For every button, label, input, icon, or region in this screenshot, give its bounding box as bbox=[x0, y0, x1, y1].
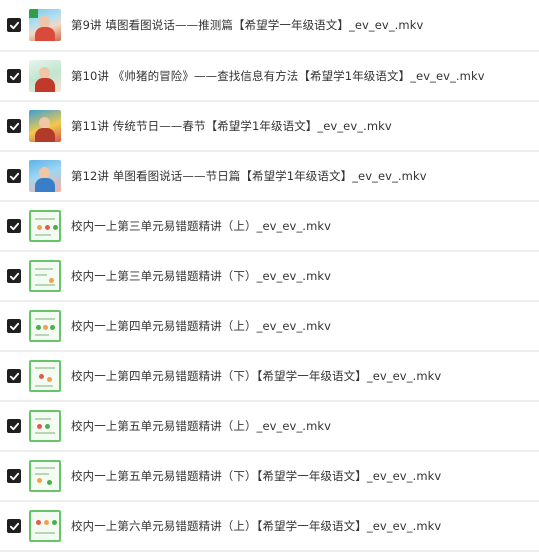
video-thumbnail[interactable] bbox=[29, 310, 61, 342]
checkmark-icon bbox=[9, 72, 19, 80]
checkmark-icon bbox=[9, 372, 19, 380]
checkbox-checked[interactable] bbox=[7, 169, 21, 183]
file-row[interactable]: 校内一上第四单元易错题精讲（下）【希望学一年级语文】_ev_ev_.mkv bbox=[0, 352, 539, 402]
checkbox-checked[interactable] bbox=[7, 469, 21, 483]
video-thumbnail[interactable] bbox=[29, 60, 61, 92]
file-row[interactable]: 校内一上第五单元易错题精讲（上）_ev_ev_.mkv bbox=[0, 402, 539, 452]
file-row[interactable]: 校内一上第五单元易错题精讲（下）【希望学一年级语文】_ev_ev_.mkv bbox=[0, 452, 539, 502]
video-thumbnail[interactable] bbox=[29, 110, 61, 142]
file-name[interactable]: 第10讲 《帅猪的冒险》——查找信息有方法【希望学1年级语文】_ev_ev_.m… bbox=[71, 68, 535, 84]
file-name[interactable]: 第11讲 传统节日——春节【希望学1年级语文】_ev_ev_.mkv bbox=[71, 118, 535, 134]
checkbox-checked[interactable] bbox=[7, 319, 21, 333]
file-name[interactable]: 校内一上第五单元易错题精讲（下）【希望学一年级语文】_ev_ev_.mkv bbox=[71, 468, 535, 484]
file-list: 第9讲 填图看图说话——推测篇【希望学一年级语文】_ev_ev_.mkv 第10… bbox=[0, 0, 539, 554]
file-row[interactable]: 校内一上第四单元易错题精讲（上）_ev_ev_.mkv bbox=[0, 302, 539, 352]
checkbox-checked[interactable] bbox=[7, 269, 21, 283]
video-thumbnail[interactable] bbox=[29, 360, 61, 392]
checkmark-icon bbox=[9, 122, 19, 130]
checkmark-icon bbox=[9, 272, 19, 280]
file-name[interactable]: 第9讲 填图看图说话——推测篇【希望学一年级语文】_ev_ev_.mkv bbox=[71, 17, 535, 33]
file-row[interactable]: 第10讲 《帅猪的冒险》——查找信息有方法【希望学1年级语文】_ev_ev_.m… bbox=[0, 52, 539, 102]
file-row[interactable]: 第12讲 单图看图说话——节日篇【希望学1年级语文】_ev_ev_.mkv bbox=[0, 152, 539, 202]
file-row[interactable]: 第11讲 传统节日——春节【希望学1年级语文】_ev_ev_.mkv bbox=[0, 102, 539, 152]
checkbox-checked[interactable] bbox=[7, 219, 21, 233]
checkbox-checked[interactable] bbox=[7, 119, 21, 133]
video-thumbnail[interactable] bbox=[29, 160, 61, 192]
file-row[interactable]: 校内一上第六单元易错题精讲（上）【希望学一年级语文】_ev_ev_.mkv bbox=[0, 502, 539, 552]
video-thumbnail[interactable] bbox=[29, 9, 61, 41]
checkmark-icon bbox=[9, 172, 19, 180]
file-name[interactable]: 校内一上第五单元易错题精讲（上）_ev_ev_.mkv bbox=[71, 418, 535, 434]
checkmark-icon bbox=[9, 472, 19, 480]
file-name[interactable]: 校内一上第三单元易错题精讲（上）_ev_ev_.mkv bbox=[71, 218, 535, 234]
file-name[interactable]: 第12讲 单图看图说话——节日篇【希望学1年级语文】_ev_ev_.mkv bbox=[71, 168, 535, 184]
file-name[interactable]: 校内一上第六单元易错题精讲（上）【希望学一年级语文】_ev_ev_.mkv bbox=[71, 518, 535, 534]
checkmark-icon bbox=[9, 21, 19, 29]
video-thumbnail[interactable] bbox=[29, 410, 61, 442]
checkmark-icon bbox=[9, 322, 19, 330]
video-thumbnail[interactable] bbox=[29, 260, 61, 292]
checkbox-checked[interactable] bbox=[7, 419, 21, 433]
checkbox-checked[interactable] bbox=[7, 69, 21, 83]
checkmark-icon bbox=[9, 422, 19, 430]
video-thumbnail[interactable] bbox=[29, 460, 61, 492]
video-thumbnail[interactable] bbox=[29, 210, 61, 242]
checkbox-checked[interactable] bbox=[7, 18, 21, 32]
checkmark-icon bbox=[9, 222, 19, 230]
file-name[interactable]: 校内一上第四单元易错题精讲（下）【希望学一年级语文】_ev_ev_.mkv bbox=[71, 368, 535, 384]
checkbox-checked[interactable] bbox=[7, 369, 21, 383]
file-row[interactable]: 校内一上第三单元易错题精讲（上）_ev_ev_.mkv bbox=[0, 202, 539, 252]
checkbox-checked[interactable] bbox=[7, 519, 21, 533]
file-row[interactable]: 校内一上第三单元易错题精讲（下）_ev_ev_.mkv bbox=[0, 252, 539, 302]
file-row[interactable]: 第9讲 填图看图说话——推测篇【希望学一年级语文】_ev_ev_.mkv bbox=[0, 0, 539, 52]
checkmark-icon bbox=[9, 522, 19, 530]
file-name[interactable]: 校内一上第四单元易错题精讲（上）_ev_ev_.mkv bbox=[71, 318, 535, 334]
file-name[interactable]: 校内一上第三单元易错题精讲（下）_ev_ev_.mkv bbox=[71, 268, 535, 284]
video-thumbnail[interactable] bbox=[29, 510, 61, 542]
